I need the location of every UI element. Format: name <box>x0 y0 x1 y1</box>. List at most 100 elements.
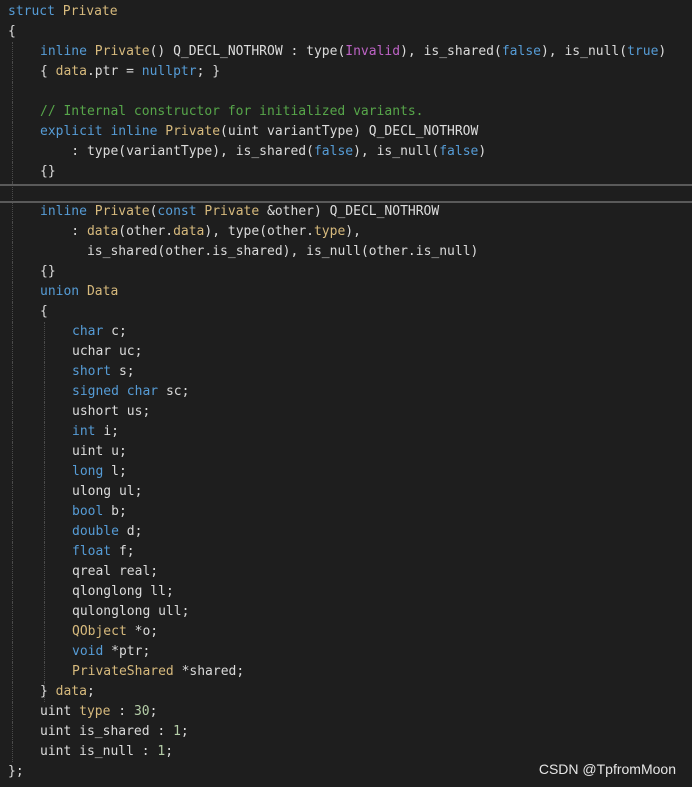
indent-guide <box>12 242 13 262</box>
code-token: long <box>72 464 104 479</box>
code-token: : <box>40 224 87 239</box>
code-token: 30 <box>133 704 150 719</box>
code-token: * <box>103 644 119 659</box>
indent-guide <box>12 622 13 642</box>
code-token: void <box>72 644 104 659</box>
code-line: short s; <box>0 362 692 382</box>
indent-guide <box>12 82 13 102</box>
indent-guide <box>44 522 45 542</box>
code-token: ull <box>158 604 182 619</box>
code-text: signed char sc; <box>72 382 189 402</box>
csdn-watermark: CSDN @TpfromMoon <box>538 761 676 777</box>
code-token: inline <box>40 204 87 219</box>
code-line: qulonglong ull; <box>0 602 692 622</box>
code-line: { <box>0 302 692 322</box>
code-token: ), <box>353 144 377 159</box>
code-text: inline Private() Q_DECL_NOTHROW : type (I… <box>40 42 666 62</box>
code-text: union Data <box>40 282 118 302</box>
code-token: ushort <box>72 404 127 419</box>
code-token: const <box>157 204 197 219</box>
code-token: data <box>86 224 119 239</box>
code-line: : data(other.data), type(other.type), <box>0 222 692 242</box>
code-text: QObject *o; <box>72 622 158 642</box>
indent-guide <box>44 462 45 482</box>
code-text: { data.ptr = nullptr; } <box>40 62 220 82</box>
code-token: . <box>306 224 314 239</box>
code-line: PrivateShared *shared; <box>0 662 692 682</box>
indent-guide <box>12 502 13 522</box>
code-line: // Internal constructor for initialized … <box>0 102 692 122</box>
code-token: ( <box>619 44 628 59</box>
indent-guide <box>12 522 13 542</box>
code-token: ) <box>470 244 479 259</box>
code-token: type <box>313 224 346 239</box>
code-token: : <box>110 704 134 719</box>
code-line: inline Private() Q_DECL_NOTHROW : type (I… <box>0 42 692 62</box>
indent-guide <box>12 662 13 682</box>
editor-separator <box>0 201 692 203</box>
code-token: ptr <box>118 644 143 659</box>
indent-guide <box>44 342 45 362</box>
code-token: other <box>368 244 408 259</box>
code-text: } data; <box>40 682 95 702</box>
code-token: f <box>118 544 127 559</box>
code-text: qlonglong ll; <box>72 582 174 602</box>
code-text: short s; <box>72 362 135 382</box>
indent-guide <box>12 162 13 182</box>
code-token: is_null <box>376 144 432 159</box>
code-text: long l; <box>72 462 127 482</box>
code-token: : <box>149 724 174 739</box>
code-token: real <box>118 564 151 579</box>
indent-guide <box>44 322 45 342</box>
code-token: ( <box>360 244 369 259</box>
code-token: l <box>111 464 119 479</box>
code-token: struct <box>8 4 55 19</box>
code-token: uchar <box>72 344 119 359</box>
code-token: variantType <box>267 124 354 139</box>
code-token: inline <box>40 44 87 59</box>
code-text: double d; <box>72 522 142 542</box>
code-text: explicit inline Private(uint variantType… <box>40 122 478 142</box>
indent-guide <box>12 482 13 502</box>
code-token: ll <box>150 584 166 599</box>
code-line: double d; <box>0 522 692 542</box>
code-token: float <box>72 544 112 559</box>
code-token: (uint <box>220 124 268 139</box>
indent-guide <box>12 682 13 702</box>
code-token: data <box>173 224 205 239</box>
indent-guide <box>12 702 13 722</box>
code-token: { <box>40 64 56 79</box>
code-editor[interactable]: struct Private { inline Private() Q_DECL_N… <box>0 2 692 787</box>
code-token: }; <box>8 764 24 779</box>
code-text: {} <box>40 262 56 282</box>
code-token: . <box>407 244 416 259</box>
code-token: ; <box>118 464 127 479</box>
code-token: other <box>126 224 166 239</box>
code-token: Private <box>165 124 221 139</box>
code-token: ; <box>181 604 190 619</box>
indent-guide <box>12 742 13 762</box>
indent-guide <box>12 722 13 742</box>
code-text: : data(other.data), type(other.type), <box>40 222 361 242</box>
code-token: ) <box>658 44 667 59</box>
code-line: } data; <box>0 682 692 702</box>
indent-guide <box>12 262 13 282</box>
indent-guide <box>12 642 13 662</box>
indent-guide <box>12 322 13 342</box>
code-token: * <box>126 624 143 639</box>
code-token: QObject <box>72 624 127 639</box>
code-token: is_shared <box>212 244 283 259</box>
code-token: ( <box>118 224 127 239</box>
indent-guide <box>12 62 13 82</box>
code-line: qlonglong ll; <box>0 582 692 602</box>
indent-guide <box>12 422 13 442</box>
code-token: ptr <box>94 64 119 79</box>
code-text: }; <box>8 762 24 782</box>
code-text: struct Private <box>8 2 118 22</box>
code-token: ; <box>126 544 135 559</box>
code-token: ; <box>134 344 143 359</box>
code-text: uint is_shared : 1; <box>40 722 189 742</box>
indent-guide <box>12 382 13 402</box>
code-token: PrivateShared <box>72 664 174 679</box>
